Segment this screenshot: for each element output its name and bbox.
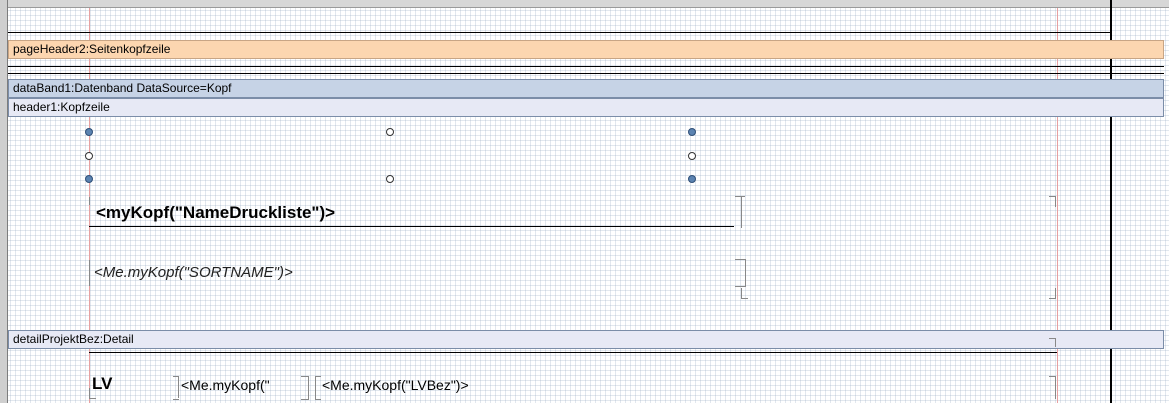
field-corner-mark [89, 197, 96, 205]
field-underline [89, 226, 734, 227]
field-corner-mark [741, 196, 743, 228]
selection-handle[interactable] [85, 152, 93, 160]
selection-handle[interactable] [85, 128, 93, 136]
field-corner-mark [315, 376, 321, 400]
selection-handle[interactable] [688, 128, 696, 136]
band-separator [8, 73, 1164, 74]
left-ruler [0, 0, 8, 403]
band-detail[interactable]: detailProjektBez:Detail [8, 330, 1164, 349]
field-corner-mark [735, 196, 745, 207]
selection-handle[interactable] [688, 152, 696, 160]
selection-handle[interactable] [386, 175, 394, 183]
selection-handle[interactable] [386, 128, 394, 136]
band-separator [8, 32, 1110, 33]
lv-kopf-field[interactable]: <Me.myKopf(" [181, 377, 270, 393]
band-header[interactable]: header1:Kopfzeile [8, 98, 1164, 117]
field-corner-mark [89, 388, 96, 399]
report-design-surface[interactable]: pageHeader2:Seitenkopfzeile dataBand1:Da… [0, 0, 1169, 403]
field-corner-mark [1049, 376, 1056, 399]
selection-handle[interactable] [688, 175, 696, 183]
band-header-label: header1:Kopfzeile [13, 100, 110, 114]
field-corner-mark [1049, 288, 1056, 299]
field-corner-mark [301, 376, 309, 400]
selection-handle[interactable] [85, 175, 93, 183]
field-corner-mark [178, 376, 180, 398]
name-druckliste-field[interactable]: <myKopf("NameDruckliste")> [96, 203, 335, 223]
sortname-field[interactable]: <Me.myKopf("SORTNAME")> [94, 264, 293, 281]
band-data-label: dataBand1:Datenband DataSource=Kopf [13, 81, 232, 95]
band-page-header[interactable]: pageHeader2:Seitenkopfzeile [8, 40, 1164, 59]
field-corner-mark [1049, 196, 1056, 207]
band-data[interactable]: dataBand1:Datenband DataSource=Kopf [8, 79, 1164, 98]
top-ruler [0, 0, 1169, 8]
field-corner-mark [741, 288, 748, 299]
band-page-header-label: pageHeader2:Seitenkopfzeile [13, 42, 171, 56]
lv-bez-field[interactable]: <Me.myKopf("LVBez")> [322, 377, 469, 393]
band-detail-label: detailProjektBez:Detail [13, 332, 134, 346]
band-separator [89, 352, 1057, 353]
field-corner-mark [1049, 338, 1056, 347]
band-separator [8, 66, 1164, 67]
field-corner-mark [735, 259, 746, 287]
